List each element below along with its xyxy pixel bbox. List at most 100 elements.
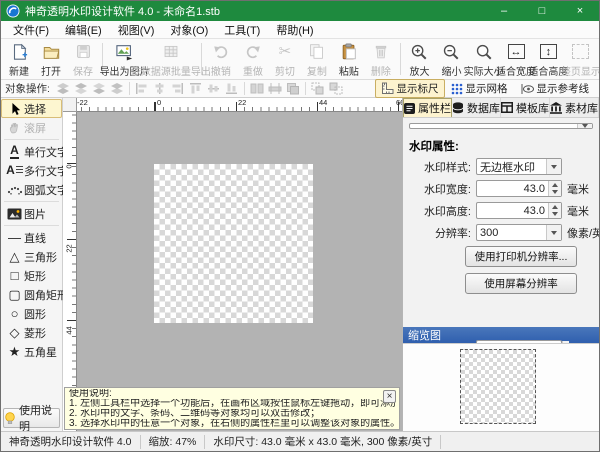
menu-help[interactable]: 帮助(H) (268, 20, 321, 40)
tab-materials[interactable]: 素材库 (550, 98, 599, 117)
undo-button[interactable]: 撤销 (205, 40, 237, 78)
zoom-out-button[interactable]: 缩小 (435, 40, 467, 78)
equal-height-icon[interactable] (266, 81, 284, 96)
sidebar-separator (4, 139, 59, 140)
new-button[interactable]: 新建 (3, 40, 35, 78)
chevron-down-icon (546, 225, 561, 240)
tool-select[interactable]: 选择 (1, 99, 62, 118)
tab-properties[interactable]: 属性栏 (403, 98, 452, 117)
menu-edit[interactable]: 编辑(E) (57, 20, 110, 40)
image-icon (5, 208, 24, 220)
fit-height-button[interactable]: ↕ 适合高度 (532, 40, 564, 78)
arc-text-icon (5, 185, 24, 195)
maximize-button[interactable]: □ (523, 1, 561, 21)
app-window: 神奇透明水印设计软件 4.0 - 未命名1.stb – □ × 文件(F) 编辑… (0, 0, 600, 452)
tool-image[interactable]: 图片 (1, 204, 62, 223)
save-button[interactable]: 保存 (67, 40, 99, 78)
fit-page-button[interactable]: 整页显示 (565, 40, 597, 78)
show-ruler-toggle[interactable]: 显示标尺 (375, 79, 445, 98)
align-center-horizontal-icon[interactable] (151, 81, 169, 96)
object-operation-bar: 对象操作: 显示标尺 显示网格 显示参 (1, 80, 599, 98)
help-instructions-button[interactable]: 使用说明 (3, 408, 60, 428)
tool-diamond[interactable]: ◇ 菱形 (1, 323, 62, 342)
layer-front-icon[interactable] (54, 81, 72, 96)
tool-star[interactable]: ★ 五角星 (1, 342, 62, 361)
tool-single-line-text[interactable]: A 单行文字 (1, 142, 62, 161)
menu-view[interactable]: 视图(V) (110, 20, 163, 40)
group-icon[interactable] (309, 81, 327, 96)
use-printer-resolution-button[interactable]: 使用打印机分辨率... (465, 246, 577, 267)
object-selector-dropdown[interactable] (409, 123, 593, 129)
status-zoom-level: 缩放: 47% (141, 435, 206, 449)
fit-width-button[interactable]: ↔ 适合宽度 (500, 40, 532, 78)
align-left-icon[interactable] (133, 81, 151, 96)
menu-file[interactable]: 文件(F) (5, 20, 57, 40)
status-app-name: 神奇透明水印设计软件 4.0 (1, 435, 141, 449)
height-stepper[interactable]: 43.0 (476, 202, 562, 219)
tool-rounded-rectangle[interactable]: ▢ 圆角矩形 (1, 285, 62, 304)
menu-tools[interactable]: 工具(T) (216, 20, 268, 40)
tool-multi-line-text[interactable]: A 多行文字 (1, 161, 62, 180)
width-stepper[interactable]: 43.0 (476, 180, 562, 197)
show-guides-toggle[interactable]: 显示参考线 (514, 79, 596, 98)
tool-arc-text[interactable]: 圆弧文字 (1, 180, 62, 199)
use-screen-resolution-button[interactable]: 使用屏幕分辨率 (465, 273, 577, 294)
open-button[interactable]: 打开 (35, 40, 67, 78)
database-tab-icon (452, 102, 464, 114)
info-line: 3. 选择水印中的任意一个对象，在右侧的属性栏里可以调整该对象的属性。 (69, 419, 395, 429)
zoom-in-button[interactable]: 放大 (403, 40, 435, 78)
layer-backward-icon[interactable] (90, 81, 108, 96)
delete-button[interactable]: 删除 (365, 40, 397, 78)
align-bottom-icon[interactable] (223, 81, 241, 96)
horizontal-ruler: -22 0 22 44 66 (77, 98, 402, 112)
menu-object[interactable]: 对象(O) (162, 20, 216, 40)
templates-tab-icon (501, 102, 513, 113)
close-button[interactable]: × (561, 1, 599, 21)
spinner-icon[interactable] (548, 203, 561, 218)
tool-circle[interactable]: ○ 圆形 (1, 304, 62, 323)
cut-button[interactable]: ✂ 剪切 (269, 40, 301, 78)
width-label: 水印宽度: (409, 181, 471, 197)
chevron-down-icon (577, 124, 592, 128)
toolbar-separator (400, 43, 401, 75)
minimize-button[interactable]: – (485, 1, 523, 21)
vertical-ruler: 0 22 44 (63, 112, 77, 431)
paste-button[interactable]: 粘贴 (333, 40, 365, 78)
equal-width-icon[interactable] (248, 81, 266, 96)
batch-export-button[interactable]: 依数据源批量导出 (144, 40, 199, 78)
tab-templates[interactable]: 模板库 (501, 98, 550, 117)
ungroup-icon[interactable] (327, 81, 345, 96)
zoom-out-icon (442, 42, 460, 62)
guides-icon (520, 83, 534, 95)
align-right-icon[interactable] (169, 81, 187, 96)
spinner-icon[interactable] (548, 181, 561, 196)
sidebar-separator (4, 225, 59, 226)
show-grid-toggle[interactable]: 显示网格 (445, 79, 514, 98)
height-unit: 毫米 (567, 203, 589, 219)
tool-pan[interactable]: 滚屏 (1, 118, 62, 137)
tool-rectangle[interactable]: □ 矩形 (1, 266, 62, 285)
redo-button[interactable]: 重做 (237, 40, 269, 78)
style-dropdown[interactable]: 无边框水印 (476, 158, 562, 175)
fit-page-icon (572, 42, 589, 62)
tool-line[interactable]: — 直线 (1, 228, 62, 247)
actual-size-button[interactable]: 实际大小 (467, 40, 499, 78)
height-label: 水印高度: (409, 203, 471, 219)
paste-icon (340, 42, 358, 62)
tool-triangle[interactable]: △ 三角形 (1, 247, 62, 266)
resolution-dropdown[interactable]: 300 (476, 224, 562, 241)
equal-size-icon[interactable] (284, 81, 302, 96)
watermark-artboard[interactable] (154, 164, 313, 323)
design-canvas[interactable] (77, 112, 402, 431)
layer-forward-icon[interactable] (72, 81, 90, 96)
align-top-icon[interactable] (187, 81, 205, 96)
copy-button[interactable]: 复制 (301, 40, 333, 78)
layer-back-icon[interactable] (108, 81, 126, 96)
info-close-icon[interactable]: × (383, 390, 396, 403)
align-middle-vertical-icon[interactable] (205, 81, 223, 96)
export-image-icon (115, 42, 135, 62)
tab-database[interactable]: 数据库 (452, 98, 501, 117)
tool-sidebar: 选择 滚屏 A 单行文字 A 多行文字 圆弧文字 图片 (1, 98, 63, 431)
info-title: 使用说明: (69, 389, 395, 399)
thumbnail-preview (403, 343, 599, 431)
